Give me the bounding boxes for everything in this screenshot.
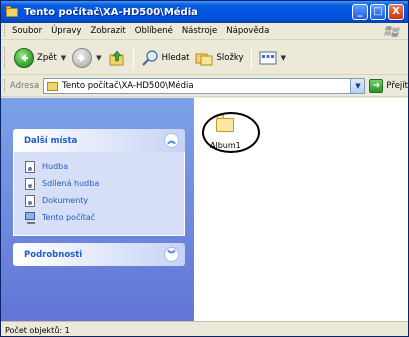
menu-oblibene[interactable]: Oblíbené <box>135 26 173 36</box>
address-value: Tento počítač\XA-HD500\Média <box>62 81 194 91</box>
minimize-icon: _ <box>357 6 363 17</box>
maximize-icon: □ <box>373 6 383 17</box>
other-places-panel: Další místa ︽ Hudba Sdílená hudba Dokume… <box>13 129 185 236</box>
folder-icon <box>6 6 18 17</box>
go-button[interactable]: ➜ Přejít <box>369 79 408 93</box>
address-label: Adresa <box>9 81 40 91</box>
address-input[interactable]: Tento počítač\XA-HD500\Média ▼ <box>43 78 366 94</box>
link-sdilena-hudba[interactable]: Sdílená hudba <box>24 176 184 191</box>
windows-logo-icon <box>384 26 400 37</box>
go-arrow-icon: ➜ <box>369 79 384 93</box>
forward-arrow-icon <box>72 47 93 68</box>
toolbar-separator <box>132 46 134 69</box>
status-text: Počet objektů: 1 <box>5 325 70 335</box>
link-dokumenty[interactable]: Dokumenty <box>24 193 184 208</box>
details-header[interactable]: Podrobnosti ︾ <box>13 243 185 266</box>
menu-zobrazit[interactable]: Zobrazit <box>90 26 125 36</box>
details-panel: Podrobnosti ︾ <box>13 243 185 266</box>
chevron-down-icon[interactable]: ▼ <box>281 54 286 62</box>
back-arrow-icon <box>14 47 34 68</box>
menu-napoveda[interactable]: Nápověda <box>226 26 269 36</box>
search-label: Hledat <box>161 52 190 63</box>
panel-title: Další místa <box>24 135 78 146</box>
standard-toolbar: Zpět ▼ ▼ Hledat Složky ▼ <box>1 41 408 75</box>
menu-bar: Soubor Úpravy Zobrazit Oblíbené Nástroje… <box>1 23 408 40</box>
main-area: Další místa ︽ Hudba Sdílená hudba Dokume… <box>1 98 408 321</box>
close-button[interactable]: X <box>388 4 404 20</box>
other-places-header[interactable]: Další místa ︽ <box>13 129 185 152</box>
link-label: Sdílená hudba <box>42 179 100 188</box>
back-label: Zpět <box>37 52 57 63</box>
chevron-down-icon[interactable]: ▼ <box>350 79 365 93</box>
task-pane: Další místa ︽ Hudba Sdílená hudba Dokume… <box>1 98 194 321</box>
minimize-button[interactable]: _ <box>352 4 368 20</box>
address-grip <box>4 79 7 93</box>
panel-title: Podrobnosti <box>24 249 83 260</box>
chevron-down-icon[interactable]: ▼ <box>61 54 66 62</box>
toolbar-grip <box>4 46 7 69</box>
chevron-down-icon[interactable]: ▼ <box>96 54 101 62</box>
folder-icon <box>47 81 59 91</box>
link-label: Tento počítač <box>42 213 96 222</box>
link-label: Dokumenty <box>42 196 89 205</box>
folders-label: Složky <box>216 52 244 63</box>
views-icon <box>259 51 277 64</box>
up-folder-icon <box>109 50 124 65</box>
link-tento-pocitac[interactable]: Tento počítač <box>24 210 184 225</box>
music-folder-icon <box>24 160 36 173</box>
toolbar-separator <box>250 46 252 69</box>
window-title: Tento počítač\XA-HD500\Média <box>24 6 198 18</box>
views-button[interactable]: ▼ <box>256 45 289 71</box>
expand-icon[interactable]: ︾ <box>164 247 179 262</box>
folders-icon <box>195 53 213 65</box>
go-label: Přejít <box>386 81 408 91</box>
status-bar: Počet objektů: 1 <box>1 321 408 336</box>
menu-upravy[interactable]: Úpravy <box>51 26 81 36</box>
shared-music-icon <box>24 177 36 190</box>
explorer-window: Tento počítač\XA-HD500\Média _ □ X Soubo… <box>0 0 409 337</box>
search-button[interactable]: Hledat <box>138 45 193 71</box>
close-icon: X <box>392 6 400 17</box>
address-bar: Adresa Tento počítač\XA-HD500\Média ▼ ➜ … <box>1 76 408 97</box>
documents-icon <box>24 194 36 207</box>
other-places-body: Hudba Sdílená hudba Dokumenty Tento počí… <box>13 152 185 236</box>
search-icon <box>141 49 158 66</box>
highlight-circle <box>202 112 260 153</box>
computer-icon <box>24 211 36 224</box>
menu-nastroje[interactable]: Nástroje <box>182 26 217 36</box>
folders-button[interactable]: Složky <box>192 45 246 71</box>
maximize-button[interactable]: □ <box>370 4 386 20</box>
menu-soubor[interactable]: Soubor <box>12 26 42 36</box>
link-hudba[interactable]: Hudba <box>24 159 184 174</box>
link-label: Hudba <box>42 162 69 171</box>
forward-button[interactable]: ▼ <box>69 45 104 71</box>
title-bar[interactable]: Tento počítač\XA-HD500\Média _ □ X <box>1 1 408 23</box>
menu-grip <box>4 25 7 37</box>
collapse-icon[interactable]: ︽ <box>164 133 179 148</box>
back-button[interactable]: Zpět ▼ <box>11 45 69 71</box>
up-folder-button[interactable] <box>105 45 129 71</box>
